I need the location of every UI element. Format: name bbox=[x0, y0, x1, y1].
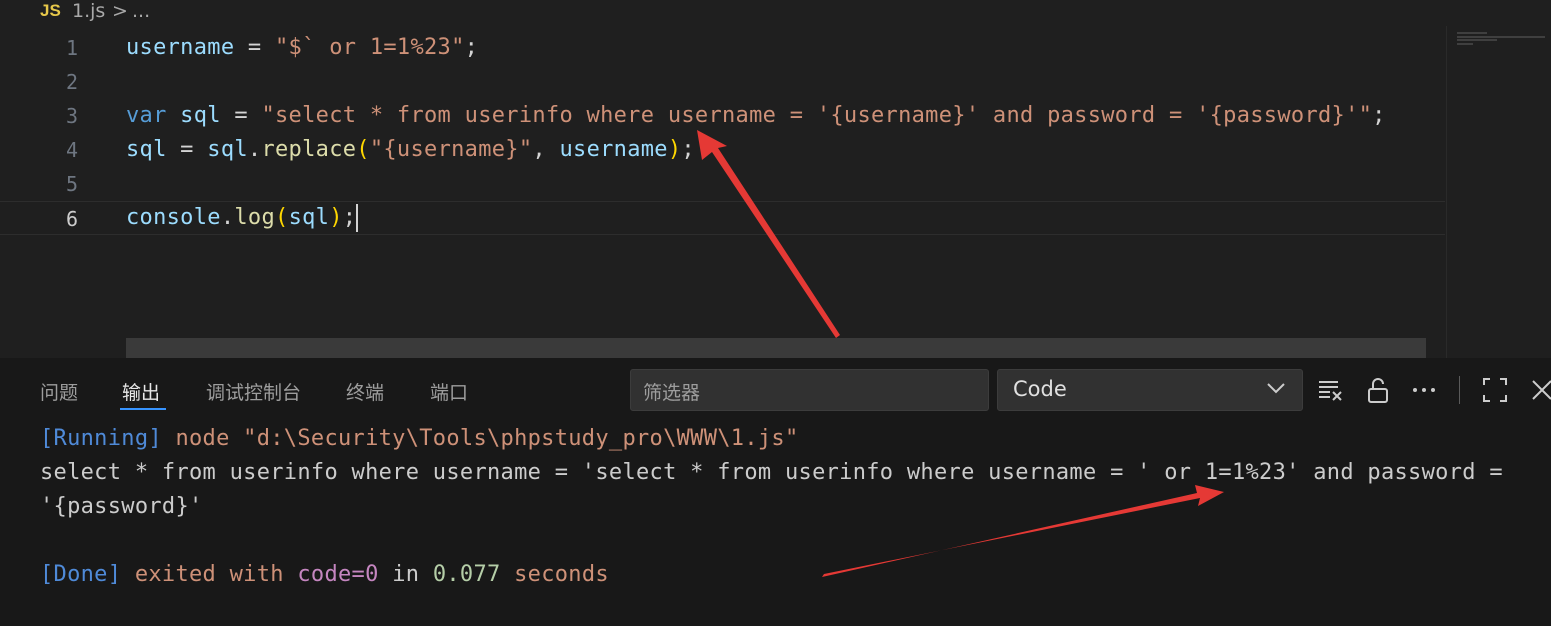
breadcrumb: JS 1.js > ... bbox=[0, 0, 1551, 26]
code-text[interactable]: var sql = "select * from userinfo where … bbox=[126, 99, 1386, 133]
chevron-down-icon bbox=[1267, 383, 1285, 394]
filter-input[interactable]: 筛选器 bbox=[630, 369, 989, 411]
clear-output-icon[interactable] bbox=[1316, 376, 1344, 404]
minimap-line bbox=[1457, 32, 1487, 34]
code-line[interactable]: 4 sql = sql.replace("{username}", userna… bbox=[0, 133, 1445, 167]
code-line[interactable]: 2 bbox=[0, 65, 1445, 99]
line-number: 2 bbox=[65, 70, 78, 94]
minimap-line bbox=[1457, 43, 1473, 45]
code-line-current[interactable]: 6 console.log(sql); bbox=[0, 201, 1445, 235]
line-number: 6 bbox=[65, 207, 78, 231]
minimap-line bbox=[1457, 36, 1545, 38]
line-number: 5 bbox=[65, 172, 78, 196]
close-icon[interactable] bbox=[1528, 376, 1551, 404]
chevron-right-icon: > bbox=[112, 0, 128, 22]
line-number: 4 bbox=[65, 138, 78, 162]
toolbar-divider bbox=[1459, 376, 1460, 404]
output-line: [Running] node "d:\Security\Tools\phpstu… bbox=[40, 426, 799, 451]
code-editor[interactable]: 1 username = "$` or 1=1%23"; 2 3 var sql… bbox=[0, 26, 1551, 358]
breadcrumb-file[interactable]: 1.js bbox=[72, 0, 105, 22]
line-number: 3 bbox=[65, 104, 78, 128]
text-cursor bbox=[356, 204, 359, 232]
output-line: '{password}' bbox=[40, 494, 203, 519]
code-line[interactable]: 5 bbox=[0, 167, 1445, 201]
javascript-file-icon: JS bbox=[40, 1, 61, 20]
maximize-icon[interactable] bbox=[1481, 376, 1509, 404]
code-text[interactable]: username = "$` or 1=1%23"; bbox=[126, 31, 478, 65]
output-channel-value: Code bbox=[1013, 377, 1067, 401]
bottom-panel: 问题 输出 调试控制台 终端 端口 筛选器 Code [Running] nod… bbox=[0, 358, 1551, 626]
tab-debug-console[interactable]: 调试控制台 bbox=[206, 378, 301, 405]
tab-terminal[interactable]: 终端 bbox=[346, 378, 384, 405]
tab-output[interactable]: 输出 bbox=[122, 378, 160, 405]
tab-ports[interactable]: 端口 bbox=[430, 378, 468, 405]
active-tab-indicator bbox=[120, 408, 166, 410]
code-line[interactable]: 3 var sql = "select * from userinfo wher… bbox=[0, 99, 1445, 133]
minimap[interactable] bbox=[1446, 26, 1551, 358]
horizontal-scrollbar[interactable] bbox=[126, 338, 1426, 358]
code-text[interactable]: sql = sql.replace("{username}", username… bbox=[126, 133, 695, 167]
more-icon[interactable] bbox=[1410, 376, 1438, 404]
line-number: 1 bbox=[65, 36, 78, 60]
output-line: [Done] exited with code=0 in 0.077 secon… bbox=[40, 562, 609, 587]
minimap-line bbox=[1457, 39, 1497, 41]
output-line: select * from userinfo where username = … bbox=[40, 460, 1503, 485]
code-text[interactable]: console.log(sql); bbox=[126, 201, 359, 235]
lock-icon[interactable] bbox=[1364, 376, 1392, 404]
output-channel-select[interactable]: Code bbox=[997, 369, 1303, 411]
code-line[interactable]: 1 username = "$` or 1=1%23"; bbox=[0, 31, 1445, 65]
breadcrumb-more[interactable]: ... bbox=[132, 0, 150, 22]
tab-problems[interactable]: 问题 bbox=[40, 378, 78, 405]
